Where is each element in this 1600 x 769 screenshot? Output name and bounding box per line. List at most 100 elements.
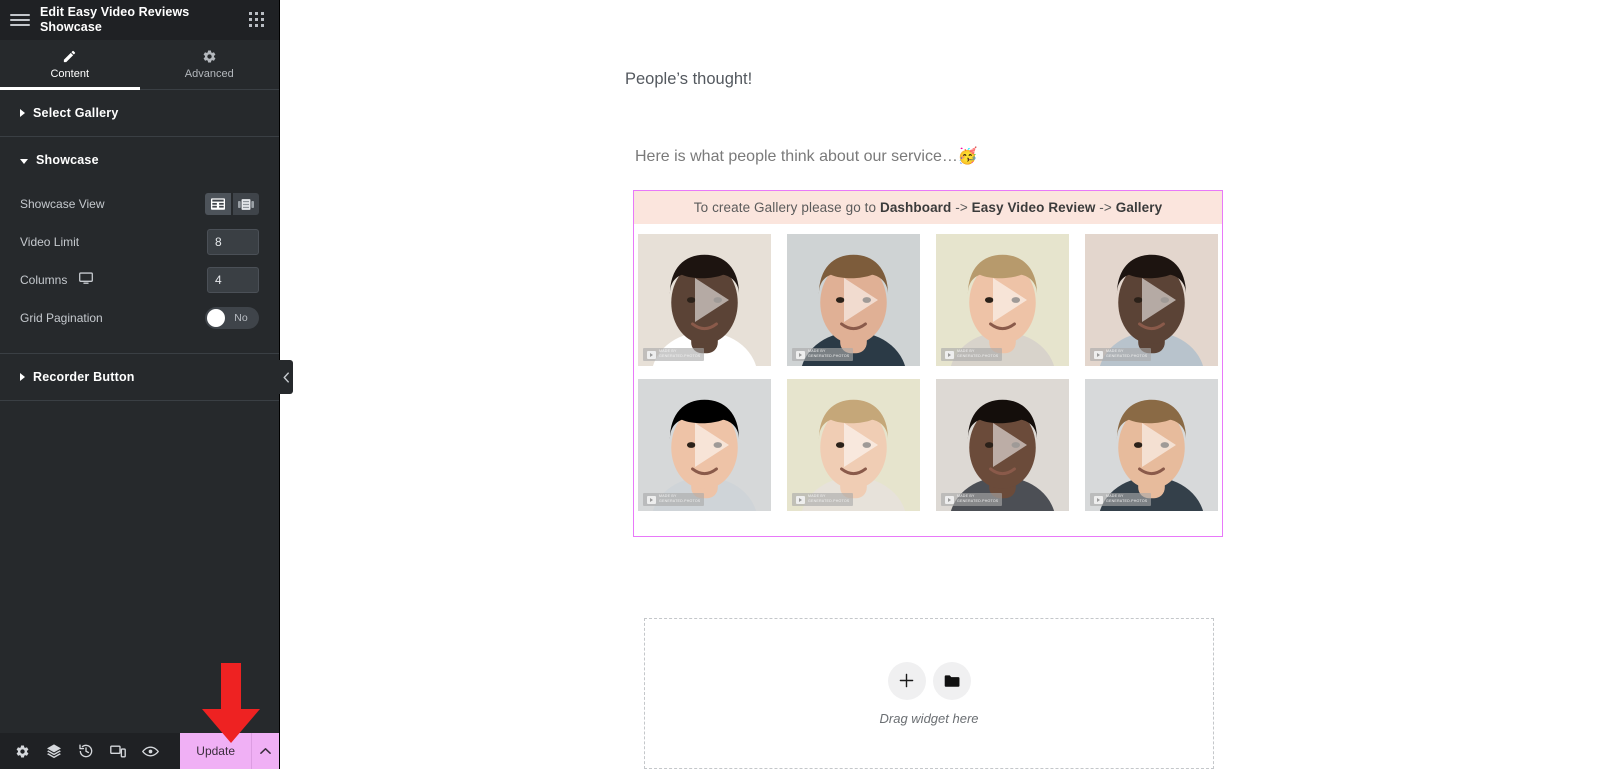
play-badge-icon — [945, 495, 954, 504]
grid-pagination-value: No — [234, 312, 248, 324]
pencil-icon — [62, 49, 77, 64]
thumbnail-watermark-badge: MADE BY GENERATED.PHOTOS — [1090, 493, 1152, 506]
video-thumbnail[interactable]: MADE BY GENERATED.PHOTOS — [638, 379, 771, 511]
play-triangle-icon[interactable] — [992, 423, 1027, 467]
add-widget-button[interactable] — [887, 661, 926, 700]
preview-eye-icon[interactable] — [134, 733, 166, 769]
video-limit-input[interactable] — [207, 229, 259, 255]
section-recorder-button-label: Recorder Button — [33, 370, 135, 384]
video-thumbnail[interactable]: MADE BY GENERATED.PHOTOS — [1085, 379, 1218, 511]
watermark-line2: GENERATED.PHOTOS — [1106, 499, 1148, 504]
watermark-line2: GENERATED.PHOTOS — [1106, 354, 1148, 359]
columns-input[interactable] — [207, 267, 259, 293]
video-thumbnail-grid: MADE BY GENERATED.PHOTOS MADE BY GENERATED.… — [638, 224, 1218, 521]
template-library-button[interactable] — [932, 661, 971, 700]
history-icon[interactable] — [70, 733, 102, 769]
play-triangle-icon[interactable] — [992, 278, 1027, 322]
control-showcase-view: Showcase View — [20, 185, 259, 223]
watermark-line2: GENERATED.PHOTOS — [808, 499, 850, 504]
thumbnail-watermark-badge: MADE BY GENERATED.PHOTOS — [792, 348, 854, 361]
section-showcase-body: Showcase View Video Limit 8 Columns 4 Gr… — [0, 183, 279, 353]
video-thumbnail[interactable]: MADE BY GENERATED.PHOTOS — [638, 234, 771, 366]
play-badge-icon — [1094, 495, 1103, 504]
play-badge-icon — [647, 350, 656, 359]
navigator-layers-icon[interactable] — [38, 733, 70, 769]
control-columns: Columns — [20, 261, 259, 299]
section-recorder-button: Recorder Button — [0, 354, 279, 401]
play-badge-icon — [945, 350, 954, 359]
play-triangle-icon[interactable] — [843, 423, 878, 467]
red-arrow-annotation — [202, 663, 260, 743]
chevron-left-icon — [283, 371, 289, 383]
showcase-view-label: Showcase View — [20, 197, 105, 211]
play-badge-icon — [796, 495, 805, 504]
grid-pagination-toggle[interactable]: No — [205, 307, 259, 329]
columns-label-wrap: Columns — [20, 272, 207, 288]
tab-advanced[interactable]: Advanced — [140, 40, 280, 89]
tab-content-label: Content — [50, 68, 90, 80]
widget-dropzone[interactable]: Drag widget here — [644, 618, 1214, 769]
panel-collapse-handle[interactable] — [279, 360, 293, 394]
section-recorder-button-header[interactable]: Recorder Button — [0, 354, 279, 400]
watermark-line2: GENERATED.PHOTOS — [957, 499, 999, 504]
play-badge-icon — [796, 350, 805, 359]
notice-sep2: -> — [1095, 200, 1116, 215]
tab-advanced-label: Advanced — [184, 68, 234, 80]
video-thumbnail[interactable]: MADE BY GENERATED.PHOTOS — [787, 234, 920, 366]
grid-view-icon[interactable] — [205, 193, 231, 215]
apps-grid-icon[interactable] — [249, 12, 265, 28]
video-thumbnail[interactable]: MADE BY GENERATED.PHOTOS — [936, 234, 1069, 366]
panel-empty-space — [0, 401, 279, 743]
panel-footer-tools — [0, 733, 180, 769]
thumbnail-watermark-badge: MADE BY GENERATED.PHOTOS — [792, 493, 854, 506]
watermark-line2: GENERATED.PHOTOS — [957, 354, 999, 359]
play-triangle-icon[interactable] — [694, 423, 729, 467]
page-heading: People’s thought! — [625, 70, 753, 88]
play-triangle-icon[interactable] — [1141, 423, 1176, 467]
dropzone-buttons — [887, 661, 971, 700]
page-subtext: Here is what people think about our serv… — [635, 148, 978, 165]
panel-tabs: Content Advanced — [0, 40, 279, 90]
thumbnail-watermark-badge: MADE BY GENERATED.PHOTOS — [643, 348, 705, 361]
toggle-knob — [207, 309, 225, 327]
section-showcase-label: Showcase — [36, 153, 99, 167]
watermark-line2: GENERATED.PHOTOS — [808, 354, 850, 359]
panel-header: Edit Easy Video Reviews Showcase — [0, 0, 279, 40]
thumbnail-watermark-badge: MADE BY GENERATED.PHOTOS — [643, 493, 705, 506]
carousel-view-icon[interactable] — [233, 193, 259, 215]
section-select-gallery: Select Gallery — [0, 90, 279, 137]
section-showcase: Showcase Showcase View Video Limit 8 Col… — [0, 137, 279, 354]
settings-gear-icon[interactable] — [6, 733, 38, 769]
video-thumbnail[interactable]: MADE BY GENERATED.PHOTOS — [787, 379, 920, 511]
editor-panel: Edit Easy Video Reviews Showcase Content — [0, 0, 293, 769]
watermark-line2: GENERATED.PHOTOS — [659, 354, 701, 359]
responsive-mode-icon[interactable] — [102, 733, 134, 769]
watermark-line2: GENERATED.PHOTOS — [659, 499, 701, 504]
play-triangle-icon[interactable] — [694, 278, 729, 322]
chevron-right-icon — [20, 109, 25, 117]
notice-sep1: -> — [951, 200, 972, 215]
notice-link-gallery: Gallery — [1115, 200, 1163, 215]
columns-label: Columns — [20, 273, 68, 287]
section-select-gallery-header[interactable]: Select Gallery — [0, 90, 279, 136]
hamburger-icon[interactable] — [10, 10, 30, 30]
chevron-right-icon — [20, 373, 25, 381]
showcase-widget[interactable]: To create Gallery please go to Dashboard… — [633, 190, 1223, 537]
desktop-icon[interactable] — [79, 272, 94, 288]
video-thumbnail[interactable]: MADE BY GENERATED.PHOTOS — [1085, 234, 1218, 366]
play-badge-icon — [1094, 350, 1103, 359]
gear-icon — [202, 49, 217, 64]
folder-icon — [944, 674, 959, 687]
video-thumbnail[interactable]: MADE BY GENERATED.PHOTOS — [936, 379, 1069, 511]
showcase-view-segmented — [205, 193, 259, 215]
play-triangle-icon[interactable] — [1141, 278, 1176, 322]
chevron-down-icon — [20, 158, 28, 164]
thumbnail-watermark-badge: MADE BY GENERATED.PHOTOS — [1090, 348, 1152, 361]
play-triangle-icon[interactable] — [843, 278, 878, 322]
section-showcase-header[interactable]: Showcase — [0, 137, 279, 183]
gallery-notice: To create Gallery please go to Dashboard… — [634, 191, 1222, 224]
thumbnail-watermark-badge: MADE BY GENERATED.PHOTOS — [941, 348, 1003, 361]
play-badge-icon — [647, 495, 656, 504]
tab-content[interactable]: Content — [0, 40, 140, 90]
video-limit-label: Video Limit — [20, 235, 80, 249]
